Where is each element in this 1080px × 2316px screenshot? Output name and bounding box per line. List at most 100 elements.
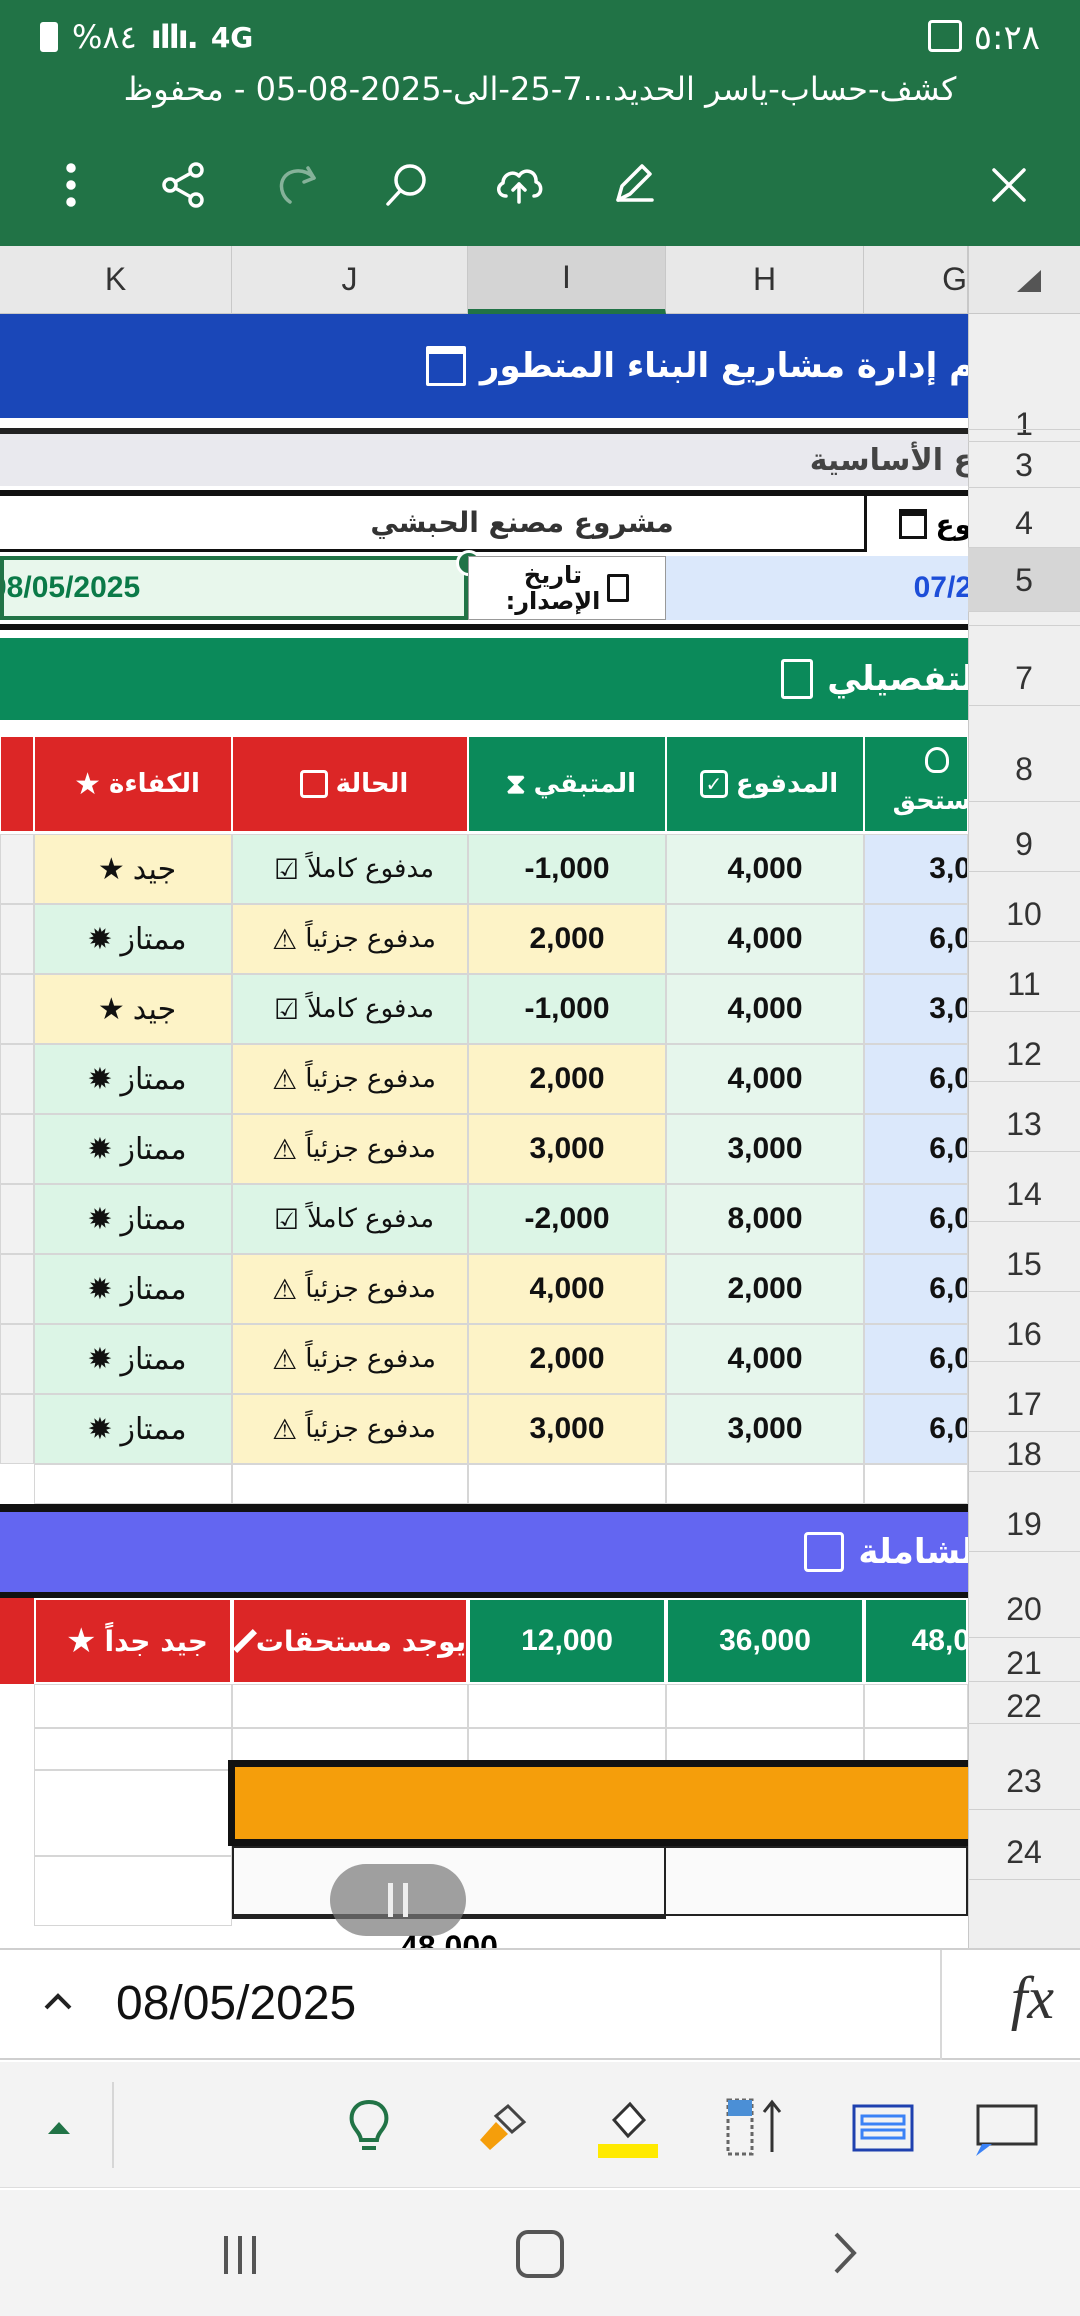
scroll-handle[interactable]: [330, 1864, 466, 1936]
banner-title-cell[interactable]: م إدارة مشاريع البناء المتطور: [0, 314, 968, 418]
paid-cell[interactable]: 4,000: [666, 834, 864, 904]
column-header-i[interactable]: I: [468, 246, 666, 314]
row-header[interactable]: 20: [968, 1552, 1080, 1638]
row-header[interactable]: 16: [968, 1292, 1080, 1362]
remaining-cell[interactable]: 2,000: [468, 904, 666, 974]
remaining-cell[interactable]: -1,000: [468, 974, 666, 1044]
status-cell[interactable]: مدفوع جزئياً ⚠: [232, 904, 468, 974]
section-summary-cell[interactable]: لشاملة: [0, 1512, 968, 1592]
redo-icon[interactable]: [260, 150, 330, 220]
share-icon[interactable]: [148, 150, 218, 220]
remaining-cell[interactable]: 4,000: [468, 1254, 666, 1324]
row-header[interactable]: 17: [968, 1362, 1080, 1432]
row-edge-cell[interactable]: [0, 1044, 34, 1114]
more-options-icon[interactable]: [36, 150, 106, 220]
comment-box-icon[interactable]: [972, 2092, 1042, 2162]
efficiency-cell[interactable]: ممتاز ✹: [34, 1114, 232, 1184]
spreadsheet-grid[interactable]: K J I H G 1 2 3 4 5 6 7 8 9 10 11 12 13 …: [0, 246, 1080, 1950]
row-header[interactable]: 4: [968, 488, 1080, 548]
efficiency-cell[interactable]: ممتاز ✹: [34, 904, 232, 974]
draw-pen-icon[interactable]: [596, 150, 666, 220]
row-header[interactable]: 22: [968, 1682, 1080, 1724]
status-cell[interactable]: مدفوع جزئياً ⚠: [232, 1114, 468, 1184]
status-cell[interactable]: مدفوع جزئياً ⚠: [232, 1324, 468, 1394]
row-header[interactable]: 21: [968, 1638, 1080, 1682]
row-header[interactable]: 7: [968, 626, 1080, 706]
home-icon[interactable]: [516, 2230, 564, 2278]
empty-cell[interactable]: [864, 1684, 968, 1728]
column-header-h[interactable]: H: [666, 246, 864, 314]
document-title[interactable]: كشف-حساب-ياسر الحديد...7-25-الى-2025-08-…: [0, 70, 1080, 108]
remaining-cell[interactable]: -1,000: [468, 834, 666, 904]
paid-cell[interactable]: 3,000: [666, 1114, 864, 1184]
search-icon[interactable]: [372, 150, 442, 220]
due-cell[interactable]: 3,0: [864, 834, 968, 904]
due-cell[interactable]: 6,0: [864, 1114, 968, 1184]
header-cell[interactable]: [0, 736, 34, 832]
select-all-corner[interactable]: [968, 246, 1080, 314]
row-header[interactable]: 23: [968, 1724, 1080, 1810]
chevron-up-icon[interactable]: [36, 1980, 80, 2024]
orange-banner-cell[interactable]: [228, 1760, 968, 1846]
header-efficiency-cell[interactable]: الكفاءة ★: [34, 736, 232, 832]
column-header-g[interactable]: G: [864, 246, 968, 314]
row-edge-cell[interactable]: [0, 834, 34, 904]
header-remaining-cell[interactable]: المتبقي ⧗: [468, 736, 666, 832]
row-header[interactable]: 11: [968, 942, 1080, 1012]
summary-remaining-cell[interactable]: 12,000: [468, 1598, 666, 1684]
row-edge-cell[interactable]: [0, 974, 34, 1044]
efficiency-cell[interactable]: ممتاز ✹: [34, 1324, 232, 1394]
row-header[interactable]: 13: [968, 1082, 1080, 1152]
status-cell[interactable]: مدفوع كاملاً ☑: [232, 834, 468, 904]
column-header-j[interactable]: J: [232, 246, 468, 314]
due-cell[interactable]: 6,0: [864, 1394, 968, 1464]
row-header[interactable]: 14: [968, 1152, 1080, 1222]
row-edge-cell[interactable]: [0, 904, 34, 974]
formula-bar[interactable]: 08/05/2025 fx: [0, 1948, 1080, 2060]
function-fx-button[interactable]: fx: [1011, 1964, 1054, 2033]
summary-cell[interactable]: [0, 1598, 34, 1684]
status-cell[interactable]: مدفوع كاملاً ☑: [232, 974, 468, 1044]
paid-cell[interactable]: 4,000: [666, 1044, 864, 1114]
empty-cell[interactable]: [232, 1464, 468, 1504]
efficiency-cell[interactable]: جيد ★: [34, 974, 232, 1044]
empty-cell[interactable]: [34, 1770, 232, 1856]
empty-cell[interactable]: [232, 1684, 468, 1728]
efficiency-cell[interactable]: ممتاز ✹: [34, 1044, 232, 1114]
column-header-k[interactable]: K: [0, 246, 232, 314]
recent-apps-icon[interactable]: [210, 2230, 270, 2280]
empty-cell[interactable]: [34, 1464, 232, 1504]
status-cell[interactable]: مدفوع جزئياً ⚠: [232, 1254, 468, 1324]
row-edge-cell[interactable]: [0, 1184, 34, 1254]
paid-cell[interactable]: 3,000: [666, 1394, 864, 1464]
efficiency-cell[interactable]: ممتاز ✹: [34, 1184, 232, 1254]
empty-cell[interactable]: [34, 1684, 232, 1728]
paid-cell[interactable]: 4,000: [666, 904, 864, 974]
project-name-cell[interactable]: مشروع مصنع الحبشي: [0, 490, 864, 552]
efficiency-cell[interactable]: جيد ★: [34, 834, 232, 904]
remaining-cell[interactable]: -2,000: [468, 1184, 666, 1254]
format-painter-icon[interactable]: [468, 2092, 538, 2162]
row-header[interactable]: 6: [968, 612, 1080, 626]
row-edge-cell[interactable]: [0, 1324, 34, 1394]
project-label-cell[interactable]: وع: [864, 490, 968, 552]
empty-cell[interactable]: [666, 1464, 864, 1504]
empty-cell[interactable]: [468, 1464, 666, 1504]
row-header[interactable]: 24: [968, 1810, 1080, 1880]
sort-icon[interactable]: [720, 2092, 790, 2162]
row-header[interactable]: 15: [968, 1222, 1080, 1292]
due-cell[interactable]: 6,0: [864, 904, 968, 974]
row-header[interactable]: 18: [968, 1432, 1080, 1472]
fill-color-icon[interactable]: [592, 2092, 662, 2162]
empty-cell[interactable]: [666, 1684, 864, 1728]
header-due-cell[interactable]: ستحق: [864, 736, 968, 832]
section-basic-cell[interactable]: ع الأساسية: [0, 428, 968, 486]
header-paid-cell[interactable]: المدفوع ✓: [666, 736, 864, 832]
formula-bar-value[interactable]: 08/05/2025: [116, 1976, 356, 2031]
summary-paid-cell[interactable]: 36,000: [666, 1598, 864, 1684]
row-header[interactable]: 5: [968, 548, 1080, 612]
row-header[interactable]: 12: [968, 1012, 1080, 1082]
partial-cell[interactable]: [666, 1846, 968, 1916]
section-detail-cell[interactable]: لتفصيلي: [0, 638, 968, 720]
due-cell[interactable]: 6,0: [864, 1254, 968, 1324]
